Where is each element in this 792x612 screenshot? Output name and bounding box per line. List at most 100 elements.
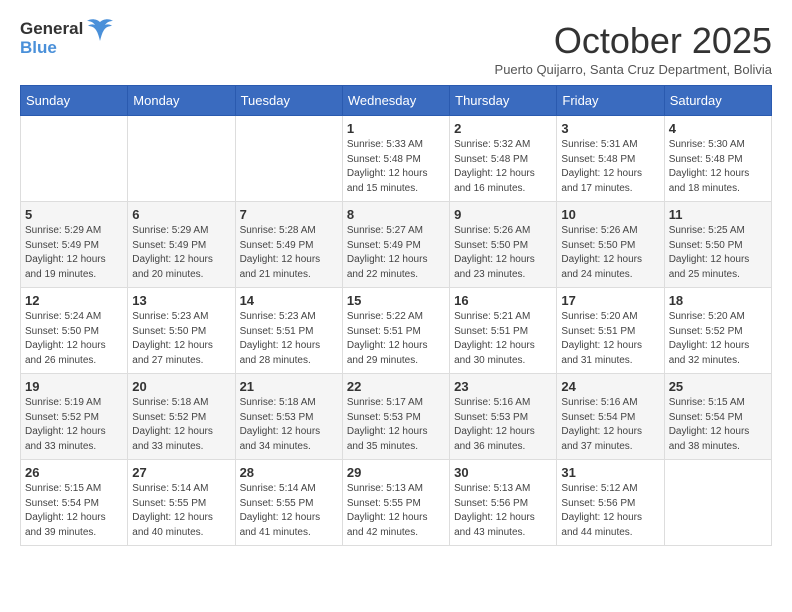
day-number: 8 <box>347 207 445 222</box>
calendar-cell: 15 Sunrise: 5:22 AM Sunset: 5:51 PM Dayli… <box>342 288 449 374</box>
calendar-cell: 27Sunrise: 5:14 AM Sunset: 5:55 PM Dayli… <box>128 460 235 546</box>
calendar-header-row: Sunday Monday Tuesday Wednesday Thursday… <box>21 86 772 116</box>
day-info: Sunrise: 5:31 AM Sunset: 5:48 PM Dayligh… <box>561 138 659 196</box>
day-info: Sunrise: 5:15 AM Sunset: 5:54 PM Dayligh… <box>25 482 123 540</box>
calendar-week-row: 5 Sunrise: 5:29 AM Sunset: 5:49 PM Daylig… <box>21 202 772 288</box>
day-info: Sunrise: 5:27 AM Sunset: 5:49 PM Dayligh… <box>347 224 445 282</box>
day-info: Sunrise: 5:23 AM Sunset: 5:51 PM Dayligh… <box>240 310 338 368</box>
day-number: 21 <box>240 379 338 394</box>
calendar-cell: 4Sunrise: 5:30 AM Sunset: 5:48 PM Daylig… <box>664 116 771 202</box>
col-tuesday: Tuesday <box>235 86 342 116</box>
day-number: 2 <box>454 121 552 136</box>
day-info: Sunrise: 5:17 AM Sunset: 5:53 PM Dayligh… <box>347 396 445 454</box>
calendar-cell: 21 Sunrise: 5:18 AM Sunset: 5:53 PM Dayli… <box>235 374 342 460</box>
calendar-cell: 23 Sunrise: 5:16 AM Sunset: 5:53 PM Dayli… <box>450 374 557 460</box>
day-number: 11 <box>669 207 767 222</box>
day-info: Sunrise: 5:22 AM Sunset: 5:51 PM Dayligh… <box>347 310 445 368</box>
calendar-cell: 11 Sunrise: 5:25 AM Sunset: 5:50 PM Dayli… <box>664 202 771 288</box>
calendar-cell <box>235 116 342 202</box>
day-info: Sunrise: 5:29 AM Sunset: 5:49 PM Dayligh… <box>132 224 230 282</box>
day-info: Sunrise: 5:26 AM Sunset: 5:50 PM Dayligh… <box>561 224 659 282</box>
calendar-cell: 18Sunrise: 5:20 AM Sunset: 5:52 PM Dayli… <box>664 288 771 374</box>
col-wednesday: Wednesday <box>342 86 449 116</box>
calendar-table: Sunday Monday Tuesday Wednesday Thursday… <box>20 85 772 546</box>
day-number: 17 <box>561 293 659 308</box>
calendar-cell: 22 Sunrise: 5:17 AM Sunset: 5:53 PM Dayli… <box>342 374 449 460</box>
day-number: 10 <box>561 207 659 222</box>
day-number: 20 <box>132 379 230 394</box>
day-info: Sunrise: 5:21 AM Sunset: 5:51 PM Dayligh… <box>454 310 552 368</box>
day-number: 31 <box>561 465 659 480</box>
calendar-cell: 14 Sunrise: 5:23 AM Sunset: 5:51 PM Dayli… <box>235 288 342 374</box>
day-number: 15 <box>347 293 445 308</box>
header: General Blue October 2025 Puerto Quijarr… <box>20 20 772 77</box>
calendar-cell: 10 Sunrise: 5:26 AM Sunset: 5:50 PM Dayli… <box>557 202 664 288</box>
calendar-cell <box>21 116 128 202</box>
calendar-cell: 12 Sunrise: 5:24 AM Sunset: 5:50 PM Dayli… <box>21 288 128 374</box>
month-year-title: October 2025 <box>495 20 772 62</box>
calendar-cell: 28 Sunrise: 5:14 AM Sunset: 5:55 PM Dayli… <box>235 460 342 546</box>
logo-general: General <box>20 20 83 39</box>
calendar-cell: 6 Sunrise: 5:29 AM Sunset: 5:49 PM Daylig… <box>128 202 235 288</box>
day-info: Sunrise: 5:14 AM Sunset: 5:55 PM Dayligh… <box>132 482 230 540</box>
calendar-week-row: 12 Sunrise: 5:24 AM Sunset: 5:50 PM Dayli… <box>21 288 772 374</box>
day-number: 13 <box>132 293 230 308</box>
col-sunday: Sunday <box>21 86 128 116</box>
calendar-cell: 7 Sunrise: 5:28 AM Sunset: 5:49 PM Daylig… <box>235 202 342 288</box>
day-number: 19 <box>25 379 123 394</box>
calendar-cell: 26Sunrise: 5:15 AM Sunset: 5:54 PM Dayli… <box>21 460 128 546</box>
day-number: 5 <box>25 207 123 222</box>
calendar-cell <box>128 116 235 202</box>
day-number: 1 <box>347 121 445 136</box>
day-number: 9 <box>454 207 552 222</box>
col-monday: Monday <box>128 86 235 116</box>
day-number: 30 <box>454 465 552 480</box>
logo: General Blue <box>20 20 115 57</box>
calendar-cell: 2 Sunrise: 5:32 AM Sunset: 5:48 PM Daylig… <box>450 116 557 202</box>
calendar-cell: 8 Sunrise: 5:27 AM Sunset: 5:49 PM Daylig… <box>342 202 449 288</box>
day-info: Sunrise: 5:24 AM Sunset: 5:50 PM Dayligh… <box>25 310 123 368</box>
day-info: Sunrise: 5:19 AM Sunset: 5:52 PM Dayligh… <box>25 396 123 454</box>
col-saturday: Saturday <box>664 86 771 116</box>
day-number: 6 <box>132 207 230 222</box>
day-number: 14 <box>240 293 338 308</box>
calendar-cell: 16 Sunrise: 5:21 AM Sunset: 5:51 PM Dayli… <box>450 288 557 374</box>
day-info: Sunrise: 5:16 AM Sunset: 5:53 PM Dayligh… <box>454 396 552 454</box>
day-info: Sunrise: 5:32 AM Sunset: 5:48 PM Dayligh… <box>454 138 552 196</box>
day-info: Sunrise: 5:16 AM Sunset: 5:54 PM Dayligh… <box>561 396 659 454</box>
day-number: 16 <box>454 293 552 308</box>
day-number: 7 <box>240 207 338 222</box>
day-info: Sunrise: 5:23 AM Sunset: 5:50 PM Dayligh… <box>132 310 230 368</box>
day-info: Sunrise: 5:14 AM Sunset: 5:55 PM Dayligh… <box>240 482 338 540</box>
day-info: Sunrise: 5:15 AM Sunset: 5:54 PM Dayligh… <box>669 396 767 454</box>
calendar-cell: 9Sunrise: 5:26 AM Sunset: 5:50 PM Daylig… <box>450 202 557 288</box>
calendar-cell: 25Sunrise: 5:15 AM Sunset: 5:54 PM Dayli… <box>664 374 771 460</box>
day-number: 12 <box>25 293 123 308</box>
location-subtitle: Puerto Quijarro, Santa Cruz Department, … <box>495 62 772 77</box>
day-info: Sunrise: 5:20 AM Sunset: 5:51 PM Dayligh… <box>561 310 659 368</box>
calendar-cell: 24 Sunrise: 5:16 AM Sunset: 5:54 PM Dayli… <box>557 374 664 460</box>
title-section: October 2025 Puerto Quijarro, Santa Cruz… <box>495 20 772 77</box>
day-info: Sunrise: 5:18 AM Sunset: 5:52 PM Dayligh… <box>132 396 230 454</box>
day-number: 22 <box>347 379 445 394</box>
day-info: Sunrise: 5:18 AM Sunset: 5:53 PM Dayligh… <box>240 396 338 454</box>
day-info: Sunrise: 5:28 AM Sunset: 5:49 PM Dayligh… <box>240 224 338 282</box>
col-friday: Friday <box>557 86 664 116</box>
day-number: 23 <box>454 379 552 394</box>
calendar-cell: 13 Sunrise: 5:23 AM Sunset: 5:50 PM Dayli… <box>128 288 235 374</box>
day-info: Sunrise: 5:13 AM Sunset: 5:55 PM Dayligh… <box>347 482 445 540</box>
day-info: Sunrise: 5:30 AM Sunset: 5:48 PM Dayligh… <box>669 138 767 196</box>
calendar-cell <box>664 460 771 546</box>
calendar-cell: 31Sunrise: 5:12 AM Sunset: 5:56 PM Dayli… <box>557 460 664 546</box>
day-number: 24 <box>561 379 659 394</box>
day-number: 29 <box>347 465 445 480</box>
calendar-week-row: 1 Sunrise: 5:33 AM Sunset: 5:48 PM Daylig… <box>21 116 772 202</box>
calendar-cell: 5Sunrise: 5:29 AM Sunset: 5:49 PM Daylig… <box>21 202 128 288</box>
calendar-cell: 3Sunrise: 5:31 AM Sunset: 5:48 PM Daylig… <box>557 116 664 202</box>
calendar-cell: 20 Sunrise: 5:18 AM Sunset: 5:52 PM Dayli… <box>128 374 235 460</box>
day-info: Sunrise: 5:33 AM Sunset: 5:48 PM Dayligh… <box>347 138 445 196</box>
day-number: 28 <box>240 465 338 480</box>
col-thursday: Thursday <box>450 86 557 116</box>
calendar-cell: 19 Sunrise: 5:19 AM Sunset: 5:52 PM Dayli… <box>21 374 128 460</box>
day-info: Sunrise: 5:25 AM Sunset: 5:50 PM Dayligh… <box>669 224 767 282</box>
